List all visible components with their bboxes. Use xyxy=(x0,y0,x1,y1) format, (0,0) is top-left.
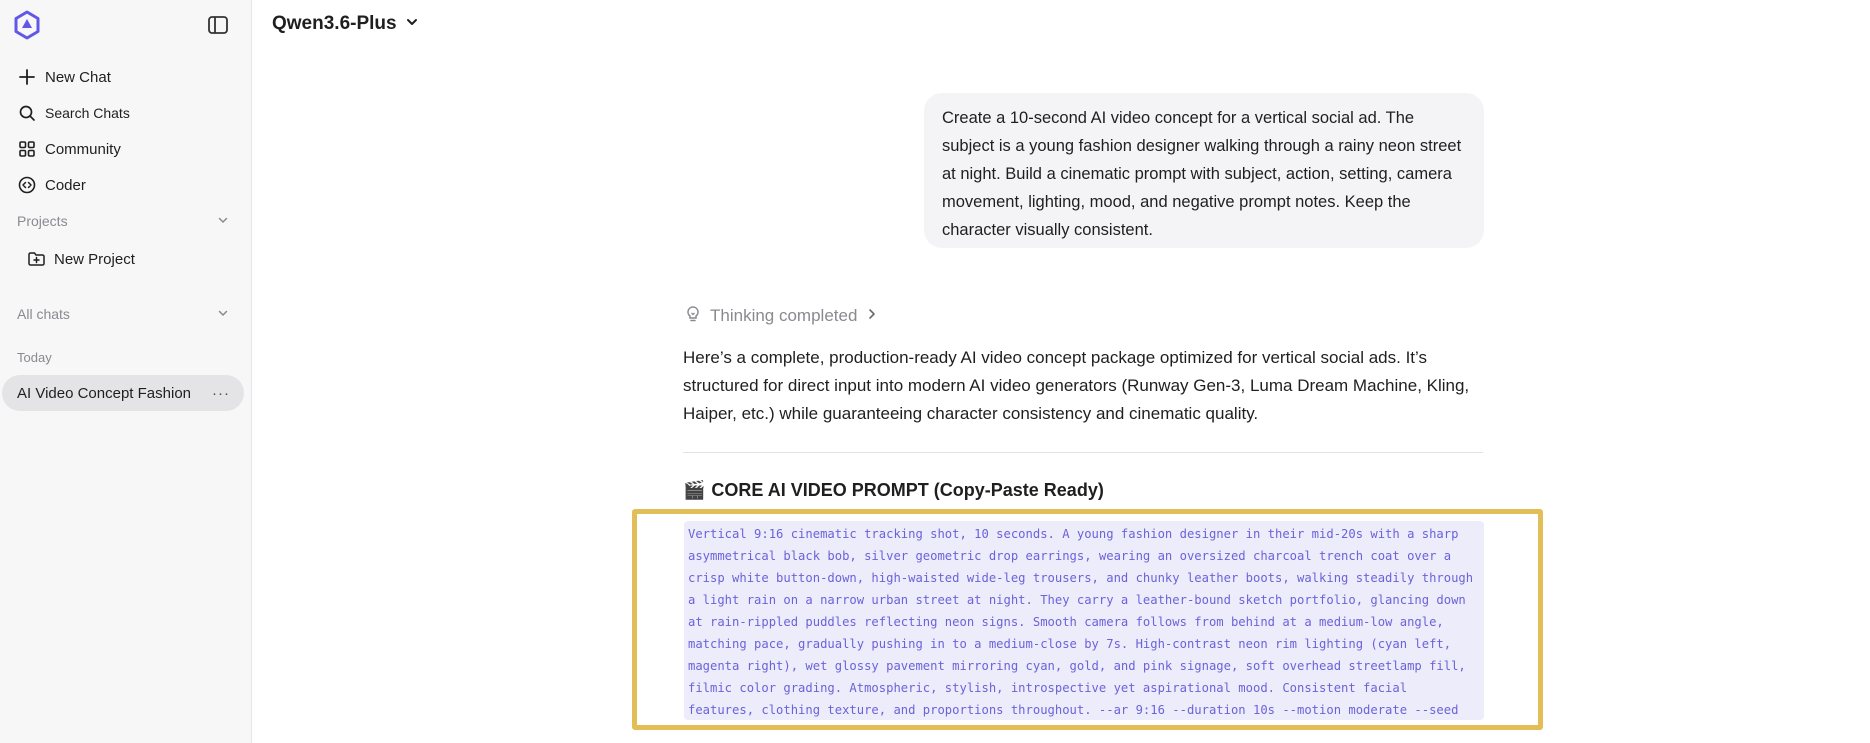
search-chats-button[interactable]: Search Chats xyxy=(8,96,244,130)
section-heading: 🎬 CORE AI VIDEO PROMPT (Copy-Paste Ready… xyxy=(683,476,1104,504)
plus-icon xyxy=(17,67,37,87)
community-label: Community xyxy=(45,140,121,158)
chevron-right-icon xyxy=(865,306,879,326)
folder-plus-icon xyxy=(26,249,46,269)
search-chats-label: Search Chats xyxy=(45,105,130,121)
chat-title: AI Video Concept Fashion xyxy=(17,384,192,402)
code-icon xyxy=(17,175,37,195)
new-chat-button[interactable]: New Chat xyxy=(8,60,244,94)
search-icon xyxy=(17,103,37,123)
user-message-bubble: Create a 10-second AI video concept for … xyxy=(924,93,1484,248)
lightbulb-icon xyxy=(684,305,702,328)
qwen-logo-icon[interactable] xyxy=(12,10,42,40)
chevron-down-icon xyxy=(217,213,229,229)
assistant-intro-text: Here’s a complete, production-ready AI v… xyxy=(683,348,1470,423)
today-group-label: Today xyxy=(17,350,52,365)
model-name: Qwen3.6-Plus xyxy=(272,13,397,34)
model-selector[interactable]: Qwen3.6-Plus xyxy=(272,10,419,38)
sidebar: New Chat Search Chats Community Coder Pr… xyxy=(0,0,252,743)
grid-icon xyxy=(17,139,37,159)
thinking-toggle[interactable]: Thinking completed xyxy=(684,303,879,329)
chevron-down-icon xyxy=(405,13,419,35)
clapperboard-icon: 🎬 xyxy=(683,479,706,500)
app-window: New Chat Search Chats Community Coder Pr… xyxy=(0,0,1870,743)
coder-button[interactable]: Coder xyxy=(8,168,244,202)
chevron-down-icon xyxy=(217,306,229,322)
projects-section-toggle[interactable]: Projects xyxy=(17,209,229,233)
all-chats-label: All chats xyxy=(17,306,70,322)
community-button[interactable]: Community xyxy=(8,132,244,166)
new-project-button[interactable]: New Project xyxy=(17,242,244,276)
chat-history-item[interactable]: AI Video Concept Fashion ··· xyxy=(2,375,244,411)
divider xyxy=(683,452,1483,453)
coder-label: Coder xyxy=(45,176,86,194)
new-chat-label: New Chat xyxy=(45,68,111,86)
projects-label: Projects xyxy=(17,213,68,229)
sidebar-toggle-icon[interactable] xyxy=(206,13,230,37)
more-options-icon[interactable]: ··· xyxy=(212,385,230,402)
all-chats-section-toggle[interactable]: All chats xyxy=(17,302,229,326)
thinking-label: Thinking completed xyxy=(710,306,858,325)
new-project-label: New Project xyxy=(54,250,135,268)
prompt-code-block[interactable]: Vertical 9:16 cinematic tracking shot, 1… xyxy=(684,521,1484,720)
section-title-text: CORE AI VIDEO PROMPT (Copy-Paste Ready) xyxy=(711,479,1104,500)
